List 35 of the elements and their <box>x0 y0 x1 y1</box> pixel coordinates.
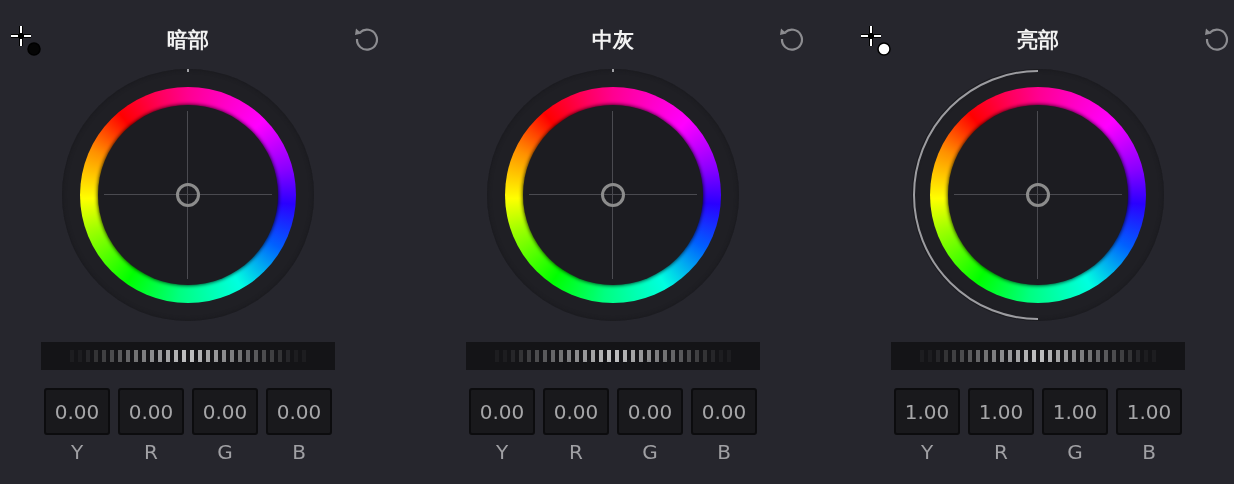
channel-label: G <box>642 439 658 466</box>
channel-label: Y <box>920 439 934 466</box>
color-picker-icon[interactable] <box>9 24 43 58</box>
jog-wheel-bar[interactable] <box>466 342 760 370</box>
value-field[interactable]: 0.00 <box>192 388 258 435</box>
value-field[interactable]: 0.00 <box>691 388 757 435</box>
value-field[interactable]: 1.00 <box>1116 388 1182 435</box>
value-field[interactable]: 1.00 <box>894 388 960 435</box>
channel-label: R <box>569 439 583 466</box>
channel-label: B <box>1142 439 1156 466</box>
wheel-title: 中灰 <box>591 27 635 54</box>
wheel-handle[interactable] <box>1026 183 1050 207</box>
jog-wheel-bar[interactable] <box>41 342 335 370</box>
channel-label: Y <box>70 439 84 466</box>
channel-label: B <box>717 439 731 466</box>
value-field[interactable]: 0.00 <box>266 388 332 435</box>
channel-label: Y <box>495 439 509 466</box>
channel-label: B <box>292 439 306 466</box>
value-field[interactable]: 0.00 <box>44 388 110 435</box>
value-field[interactable]: 1.00 <box>968 388 1034 435</box>
wheel-title: 亮部 <box>1016 27 1060 54</box>
value-field[interactable]: 0.00 <box>543 388 609 435</box>
value-field[interactable]: 0.00 <box>617 388 683 435</box>
jog-wheel-bar[interactable] <box>891 342 1185 370</box>
channel-label: G <box>217 439 233 466</box>
channel-label: R <box>994 439 1008 466</box>
wheel-title: 暗部 <box>166 27 210 54</box>
wheel-handle[interactable] <box>601 183 625 207</box>
wheel-handle[interactable] <box>176 183 200 207</box>
channel-label: R <box>144 439 158 466</box>
value-field[interactable]: 0.00 <box>469 388 535 435</box>
value-field[interactable]: 1.00 <box>1042 388 1108 435</box>
value-field[interactable]: 0.00 <box>118 388 184 435</box>
channel-label: G <box>1067 439 1083 466</box>
color-picker-icon[interactable] <box>859 24 893 58</box>
